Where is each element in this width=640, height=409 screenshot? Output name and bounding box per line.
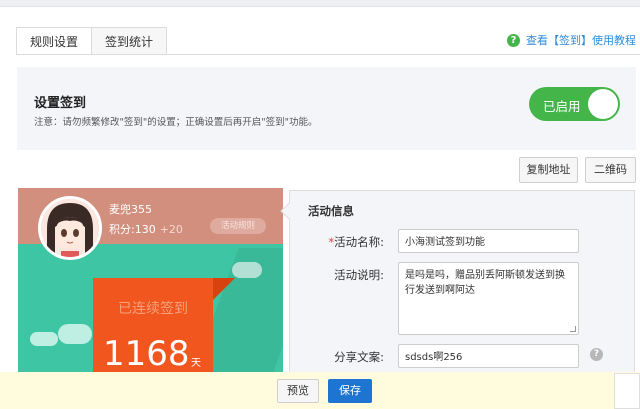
user-points: 积分:130 +20 (109, 221, 183, 237)
tab-checkin-stats[interactable]: 签到统计 (91, 27, 168, 55)
cloud-icon (58, 324, 92, 344)
copy-link-button[interactable]: 复制地址 (519, 157, 578, 183)
streak-days: 1168 (103, 334, 190, 374)
panel-notch (280, 202, 298, 220)
share-text-label: 分享文案: (334, 350, 384, 364)
top-bar (0, 0, 640, 7)
qrcode-button[interactable]: 二维码 (585, 157, 636, 183)
activity-desc-value: 是吗是吗，赠品别丢阿斯顿发送到换行发送到啊阿达 (405, 270, 565, 296)
toggle-label: 已启用 (543, 99, 581, 114)
checkin-settings-panel: 设置签到 注意：请勿频繁修改"签到"的设置；正确设置后再开启"签到"功能。 已启… (17, 67, 636, 150)
question-circle-icon[interactable]: ? (590, 348, 603, 361)
side-box (614, 373, 640, 409)
form-title: 活动信息 (308, 204, 354, 218)
activity-name-label-text: 活动名称: (334, 235, 384, 249)
cloud-icon (30, 332, 58, 346)
enable-toggle[interactable]: 已启用 (529, 87, 620, 121)
points-increment: +20 (159, 223, 183, 236)
save-button[interactable]: 保存 (328, 379, 372, 403)
streak-unit: 天 (191, 358, 201, 369)
help-tutorial-link[interactable]: ? 查看【签到】使用教程 (507, 32, 636, 48)
settings-title: 设置签到 (34, 96, 87, 111)
question-circle-icon: ? (507, 33, 520, 47)
tab-bar: 规则设置 签到统计 (16, 27, 168, 55)
mobile-preview: 麦兜355 积分:130 +20 活动规则 已连续签到 1168 天 (18, 188, 283, 378)
points-value: 积分:130 (109, 223, 156, 236)
share-text-input[interactable]: sdsds啊256 (398, 344, 579, 368)
streak-label: 已连续签到 (118, 301, 188, 317)
preview-button[interactable]: 预览 (277, 379, 319, 403)
tab-underline (16, 54, 640, 55)
user-name: 麦兜355 (109, 203, 152, 216)
streak-card: 已连续签到 1168 天 (93, 278, 213, 378)
user-avatar (38, 196, 102, 260)
avatar-illustration (41, 199, 99, 257)
activity-name-input[interactable]: 小海测试签到功能 (398, 229, 579, 253)
resize-handle[interactable] (570, 326, 576, 332)
card-fold (213, 278, 235, 300)
action-bar: 预览 保存 (0, 372, 640, 409)
settings-note: 注意：请勿频繁修改"签到"的设置；正确设置后再开启"签到"功能。 (34, 117, 318, 128)
activity-desc-label: 活动说明: (334, 268, 384, 282)
toggle-knob (588, 89, 618, 119)
activity-desc-textarea[interactable]: 是吗是吗，赠品别丢阿斯顿发送到换行发送到啊阿达 (398, 262, 579, 335)
activity-rules-button[interactable]: 活动规则 (210, 218, 266, 234)
activity-info-panel: 活动信息 *活动名称: 小海测试签到功能 活动说明: 是吗是吗，赠品别丢阿斯顿发… (280, 190, 635, 390)
activity-name-label: *活动名称: (294, 234, 384, 250)
tab-rule-settings[interactable]: 规则设置 (16, 27, 93, 55)
help-link-text: 查看【签到】使用教程 (526, 34, 636, 47)
